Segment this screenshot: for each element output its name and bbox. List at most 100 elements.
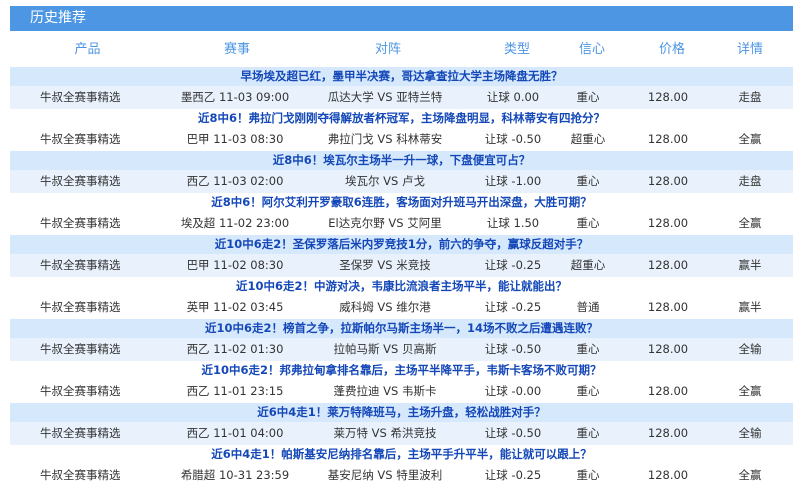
table-row[interactable]: 近10中6走2！圣保罗落后米内罗竞技1分，前六的争夺，赢球反超对手？ 牛叔全赛事… bbox=[10, 235, 793, 277]
row-result: 全赢 bbox=[738, 468, 762, 482]
header-product: 产品 bbox=[74, 42, 101, 57]
table-row[interactable]: 近10中6走2！邦弗拉甸拿排名靠后，主场平半降平手，韦斯卡客场不败可期？ 牛叔全… bbox=[10, 361, 793, 403]
row-result: 走盘 bbox=[738, 90, 762, 104]
row-price: 128.00 bbox=[647, 300, 689, 314]
row-product: 牛叔全赛事精选 bbox=[40, 300, 121, 314]
row-vs: El达克尔野 VS 艾阿里 bbox=[328, 216, 442, 230]
row-price: 128.00 bbox=[647, 384, 689, 398]
row-type: 让球 -0.25 bbox=[484, 468, 542, 482]
panel-title: 历史推荐 bbox=[10, 6, 793, 31]
row-type: 让球 -0.50 bbox=[484, 342, 542, 356]
row-result: 全赢 bbox=[738, 216, 762, 230]
table-header: 产品 赛事 对阵 类型 信心 价格 详情 bbox=[10, 39, 793, 61]
header-match: 赛事 bbox=[223, 42, 250, 57]
row-match: 西乙 11-01 23:15 bbox=[186, 384, 284, 398]
row-price: 128.00 bbox=[647, 342, 689, 356]
row-vs: 蓬费拉迪 VS 韦斯卡 bbox=[333, 384, 437, 398]
row-headline-link[interactable]: 近10中6走2！榜首之争，拉斯帕尔马斯主场半一，14场不败之后遭遇连败？ bbox=[10, 319, 793, 338]
row-price: 128.00 bbox=[647, 174, 689, 188]
recommendation-list: 早场埃及超已红，墨甲半决赛，哥达拿查拉大学主场降盘无胜？ 牛叔全赛事精选 墨西乙… bbox=[10, 67, 793, 487]
header-vs: 对阵 bbox=[374, 42, 401, 57]
row-product: 牛叔全赛事精选 bbox=[40, 342, 121, 356]
row-confidence: 重心 bbox=[576, 90, 600, 104]
row-type: 让球 0.00 bbox=[486, 90, 540, 104]
header-type: 类型 bbox=[503, 42, 530, 57]
row-headline-link[interactable]: 近10中6走2！中游对决，韦康比流浪者主场平半，能让就能出？ bbox=[10, 277, 793, 296]
row-match: 巴甲 11-02 08:30 bbox=[186, 258, 284, 272]
table-row[interactable]: 近6中4走1！帕斯基安尼纳排名靠后，主场平手升平半，能让就可以跟上？ 牛叔全赛事… bbox=[10, 445, 793, 487]
row-vs: 埃瓦尔 VS 卢戈 bbox=[345, 174, 425, 188]
row-price: 128.00 bbox=[647, 468, 689, 482]
table-row[interactable]: 近8中6！弗拉门戈刚刚夺得解放者杯冠军，主场降盘明显，科林蒂安有四抢分？ 牛叔全… bbox=[10, 109, 793, 151]
row-type: 让球 -0.25 bbox=[484, 258, 542, 272]
row-type: 让球 -0.50 bbox=[484, 426, 542, 440]
row-product: 牛叔全赛事精选 bbox=[40, 384, 121, 398]
row-price: 128.00 bbox=[647, 258, 689, 272]
row-vs: 瓜达大学 VS 亚特兰特 bbox=[327, 90, 443, 104]
table-row[interactable]: 近6中4走1！莱万特降班马，主场升盘，轻松战胜对手？ 牛叔全赛事精选 西乙 11… bbox=[10, 403, 793, 445]
row-vs: 圣保罗 VS 米竞技 bbox=[339, 258, 431, 272]
row-confidence: 超重心 bbox=[570, 258, 606, 272]
row-type: 让球 -0.00 bbox=[484, 384, 542, 398]
header-price: 价格 bbox=[658, 42, 685, 57]
row-result: 全输 bbox=[738, 342, 762, 356]
row-headline-link[interactable]: 近8中6！弗拉门戈刚刚夺得解放者杯冠军，主场降盘明显，科林蒂安有四抢分？ bbox=[10, 109, 793, 128]
row-product: 牛叔全赛事精选 bbox=[40, 216, 121, 230]
row-result: 走盘 bbox=[738, 174, 762, 188]
row-headline-link[interactable]: 近8中6！埃瓦尔主场半一升一球，下盘便宜可占？ bbox=[10, 151, 793, 170]
row-result: 赢半 bbox=[738, 258, 762, 272]
row-result: 赢半 bbox=[738, 300, 762, 314]
table-row[interactable]: 早场埃及超已红，墨甲半决赛，哥达拿查拉大学主场降盘无胜？ 牛叔全赛事精选 墨西乙… bbox=[10, 67, 793, 109]
header-detail: 详情 bbox=[736, 42, 763, 57]
table-row[interactable]: 近8中6！埃瓦尔主场半一升一球，下盘便宜可占？ 牛叔全赛事精选 西乙 11-03… bbox=[10, 151, 793, 193]
row-match: 巴甲 11-03 08:30 bbox=[186, 132, 284, 146]
history-panel: 历史推荐 产品 赛事 对阵 类型 信心 价格 详情 早场埃及超已红，墨甲半决赛，… bbox=[0, 0, 795, 488]
row-headline-link[interactable]: 早场埃及超已红，墨甲半决赛，哥达拿查拉大学主场降盘无胜？ bbox=[10, 67, 793, 86]
row-vs: 拉帕马斯 VS 贝高斯 bbox=[333, 342, 437, 356]
row-product: 牛叔全赛事精选 bbox=[40, 174, 121, 188]
row-match: 西乙 11-01 04:00 bbox=[186, 426, 284, 440]
row-confidence: 普通 bbox=[576, 300, 600, 314]
row-confidence: 重心 bbox=[576, 174, 600, 188]
row-price: 128.00 bbox=[647, 90, 689, 104]
row-type: 让球 -0.25 bbox=[484, 300, 542, 314]
row-product: 牛叔全赛事精选 bbox=[40, 132, 121, 146]
row-headline-link[interactable]: 近6中4走1！莱万特降班马，主场升盘，轻松战胜对手？ bbox=[10, 403, 793, 422]
row-match: 西乙 11-02 01:30 bbox=[186, 342, 284, 356]
row-match: 西乙 11-03 02:00 bbox=[186, 174, 284, 188]
row-product: 牛叔全赛事精选 bbox=[40, 468, 121, 482]
row-match: 墨西乙 11-03 09:00 bbox=[180, 90, 290, 104]
row-type: 让球 1.50 bbox=[486, 216, 540, 230]
row-type: 让球 -0.50 bbox=[484, 132, 542, 146]
row-confidence: 重心 bbox=[576, 384, 600, 398]
row-vs: 基安尼纳 VS 特里波利 bbox=[327, 468, 443, 482]
row-result: 全赢 bbox=[738, 384, 762, 398]
row-vs: 弗拉门戈 VS 科林蒂安 bbox=[327, 132, 443, 146]
row-match: 希腊超 10-31 23:59 bbox=[180, 468, 290, 482]
table-row[interactable]: 近10中6走2！榜首之争，拉斯帕尔马斯主场半一，14场不败之后遭遇连败？ 牛叔全… bbox=[10, 319, 793, 361]
row-result: 全赢 bbox=[738, 132, 762, 146]
row-match: 英甲 11-02 03:45 bbox=[186, 300, 284, 314]
header-confidence: 信心 bbox=[578, 42, 605, 57]
row-vs: 莱万特 VS 希洪竞技 bbox=[333, 426, 437, 440]
table-row[interactable]: 近10中6走2！中游对决，韦康比流浪者主场平半，能让就能出？ 牛叔全赛事精选 英… bbox=[10, 277, 793, 319]
row-product: 牛叔全赛事精选 bbox=[40, 90, 121, 104]
row-price: 128.00 bbox=[647, 216, 689, 230]
row-type: 让球 -1.00 bbox=[484, 174, 542, 188]
row-headline-link[interactable]: 近8中6！阿尔艾利开罗豪取6连胜，客场面对升班马开出深盘，大胜可期？ bbox=[10, 193, 793, 212]
row-headline-link[interactable]: 近6中4走1！帕斯基安尼纳排名靠后，主场平手升平半，能让就可以跟上？ bbox=[10, 445, 793, 464]
row-confidence: 超重心 bbox=[570, 132, 606, 146]
row-confidence: 重心 bbox=[576, 216, 600, 230]
row-vs: 威科姆 VS 维尔港 bbox=[339, 300, 431, 314]
row-price: 128.00 bbox=[647, 426, 689, 440]
row-product: 牛叔全赛事精选 bbox=[40, 426, 121, 440]
row-match: 埃及超 11-02 23:00 bbox=[180, 216, 290, 230]
table-row[interactable]: 近8中6！阿尔艾利开罗豪取6连胜，客场面对升班马开出深盘，大胜可期？ 牛叔全赛事… bbox=[10, 193, 793, 235]
row-headline-link[interactable]: 近10中6走2！圣保罗落后米内罗竞技1分，前六的争夺，赢球反超对手？ bbox=[10, 235, 793, 254]
row-headline-link[interactable]: 近10中6走2！邦弗拉甸拿排名靠后，主场平半降平手，韦斯卡客场不败可期？ bbox=[10, 361, 793, 380]
row-confidence: 重心 bbox=[576, 426, 600, 440]
row-product: 牛叔全赛事精选 bbox=[40, 258, 121, 272]
row-price: 128.00 bbox=[647, 132, 689, 146]
row-confidence: 重心 bbox=[576, 342, 600, 356]
row-result: 全输 bbox=[738, 426, 762, 440]
